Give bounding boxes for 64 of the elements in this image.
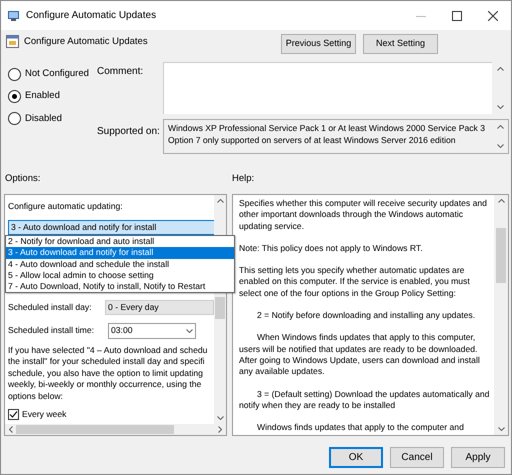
dialog-button[interactable]: OK [329,447,383,468]
schedule-note-line: options below: [8,390,64,402]
supported-on-label: Supported on: [97,125,161,139]
horizontal-scrollbar[interactable] [5,424,226,435]
comment-field[interactable] [163,62,509,114]
help-scrollbar[interactable] [494,195,508,435]
scrollbar-thumb[interactable] [215,297,225,319]
supported-on-text: Windows XP Professional Service Pack 1 or At least Windows 2000 Service Pack 3 Option 7 only supported on servers of at least Windows Server 2016 edition [167,122,486,147]
install-day-select[interactable]: 0 - Every day [105,300,214,316]
help-paragraph: 3 = (Default setting) Download the updates automatically and notify when they are ready to be installed [239,388,490,412]
scroll-right-icon[interactable] [218,426,222,433]
scrollbar-thumb[interactable] [496,228,506,282]
dialog-button[interactable]: Cancel [390,447,444,468]
setting-nav-button[interactable]: Previous Setting [281,34,356,54]
every-week-label[interactable]: Every week [22,408,66,421]
help-paragraph: Windows finds updates that apply to the computer and [256,422,465,434]
every-week-checkbox[interactable] [8,408,19,420]
scroll-down-icon[interactable] [186,328,193,333]
dropdown-option[interactable]: 3 - Auto download and notify for install [6,247,234,259]
help-paragraph: 2 = Notify before downloading and installing any updates. [256,310,476,322]
install-day-label: Scheduled install day: [8,301,93,314]
dropdown-option[interactable]: 7 - Auto Download, Notify to install, Notify to Restart [6,281,234,292]
schedule-note-line: If you have selected "4 – Auto download and schedu [8,344,208,356]
computer-icon [7,10,20,22]
scroll-down-icon[interactable] [216,416,224,420]
help-label: Help: [232,172,254,186]
radio-button[interactable] [8,112,21,126]
help-paragraph: This setting lets you specify whether automatic updates are enabled on this computer. If the service is enabled, you must select one of the four options in the Group Policy Setting: [239,265,471,300]
close-icon[interactable] [488,10,498,20]
install-time-select[interactable]: 03:00 [108,322,196,339]
schedule-note-line: schedule, you also have the option to limit updating [8,368,204,380]
scrollbar-thumb[interactable] [16,425,174,434]
option-heading: Configure automatic updating: [8,200,124,213]
dropdown-option[interactable]: 4 - Auto download and schedule the install [6,258,234,270]
dropdown-option[interactable]: 2 - Notify for download and auto install [6,236,234,248]
dropdown-option[interactable]: 5 - Allow local admin to choose setting [6,270,234,282]
maximize-icon[interactable] [452,10,462,20]
radio-label[interactable]: Enabled [25,89,60,104]
options-label: Options: [5,172,42,186]
scroll-up-icon[interactable] [497,67,504,71]
dialog-button[interactable]: Apply [451,447,505,468]
radio-button[interactable] [8,90,21,103]
scroll-down-icon[interactable] [498,427,504,431]
scroll-up-icon[interactable] [216,199,224,203]
schedule-note-line: weekly, bi-weekly or monthly occurrence, using the [8,379,202,391]
policy-icon [6,35,19,48]
setting-nav-button[interactable]: Next Setting [363,34,438,54]
window-title: Configure Automatic Updates [26,9,156,23]
schedule-note-line: the install" for your scheduled install day and specifi [8,356,206,368]
help-paragraph: Note: This policy does not apply to Windows RT. [239,242,424,254]
help-paragraph: Specifies whether this computer will receive security updates and other important downloads through the Windows automatic updating service. [239,198,488,232]
update-mode-select[interactable]: 3 - Auto download and notify for install [8,220,214,235]
scroll-left-icon[interactable] [9,426,13,433]
scroll-down-icon[interactable] [497,105,504,109]
scroll-down-icon[interactable] [497,144,504,148]
comment-label: Comment: [97,65,144,79]
install-time-label: Scheduled install time: [8,324,95,338]
policy-title: Configure Automatic Updates [24,35,149,49]
radio-button[interactable] [8,68,21,81]
help-paragraph: When Windows finds updates that apply to this computer, users will be notified that updates are ready to be downloaded. After going to Windows Update, users can download and install any available updates. [239,332,481,378]
scroll-up-icon[interactable] [497,125,504,129]
scroll-up-icon[interactable] [498,199,504,203]
radio-label[interactable]: Disabled [25,112,62,126]
radio-label[interactable]: Not Configured [25,67,89,82]
